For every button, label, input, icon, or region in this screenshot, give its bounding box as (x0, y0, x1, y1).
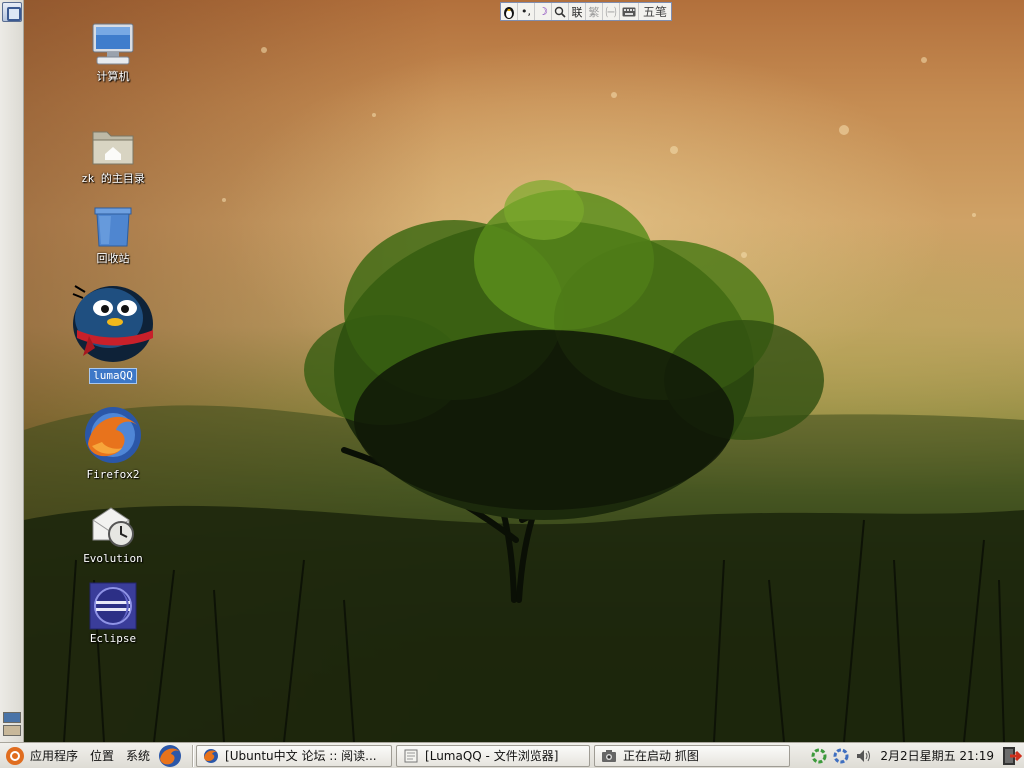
desktop-icon-label: 回收站 (96, 252, 130, 265)
clock[interactable]: 2月2日星期五 21:19 (874, 747, 1000, 764)
computer-icon (89, 20, 137, 68)
bottom-panel: 应用程序 位置 系统 [Ubuntu中文 论坛 :: 阅读... [LumaQQ… (0, 742, 1024, 768)
workspace-switcher[interactable] (3, 712, 21, 738)
menu-places[interactable]: 位置 (84, 744, 120, 768)
desktop-icon-home[interactable]: zk 的主目录 (63, 122, 163, 186)
taskbar-button-screenshot[interactable]: 正在启动 抓图 (594, 744, 791, 767)
ime-logo-penguin-icon[interactable] (501, 3, 518, 20)
ime-search-icon[interactable] (552, 3, 569, 20)
volume-icon[interactable] (854, 747, 872, 765)
desktop-icon-lumaqq[interactable]: lumaQQ (63, 278, 163, 384)
eclipse-icon (89, 582, 137, 630)
ime-moon-icon[interactable]: ☽ (535, 3, 552, 20)
desktop-icon-label: 计算机 (96, 70, 130, 83)
desktop-icon-eclipse[interactable]: Eclipse (63, 582, 163, 646)
firefox-icon (82, 404, 144, 466)
firefox-icon (204, 748, 219, 763)
file-browser-icon (404, 749, 418, 762)
wallpaper-tree-scene (24, 47, 1024, 742)
trash-icon (89, 202, 137, 250)
taskbar-button-firefox[interactable]: [Ubuntu中文 论坛 :: 阅读... (196, 744, 393, 767)
taskbar-button-label: [LumaQQ - 文件浏览器] (425, 749, 559, 763)
ime-fanti[interactable]: 繁 (586, 3, 603, 20)
menu-applications[interactable]: 应用程序 (0, 744, 84, 768)
workspace-2[interactable] (3, 725, 21, 736)
taskbar-button-label: 正在启动 抓图 (623, 749, 699, 763)
desktop[interactable] (24, 0, 1024, 742)
desktop-icon-label: Evolution (83, 552, 143, 565)
taskbar-button-label: [Ubuntu中文 论坛 :: 阅读... (225, 749, 377, 763)
ime-punctuation-icon[interactable]: •, (518, 3, 535, 20)
home-folder-icon (89, 122, 137, 170)
desktop-icon-label: Firefox2 (86, 468, 140, 481)
ubuntu-logo-icon (6, 746, 24, 765)
ime-quanjiao[interactable]: ㈠ (603, 3, 620, 20)
camera-icon (602, 749, 617, 762)
menu-label: 系统 (126, 749, 151, 763)
show-desktop-button[interactable] (2, 2, 22, 22)
desktop-icon-label: Eclipse (89, 632, 137, 645)
desktop-icon-firefox[interactable]: Firefox2 (63, 404, 163, 482)
ime-mode[interactable]: 五笔 (639, 3, 671, 20)
workspace-1[interactable] (3, 712, 21, 723)
qq-penguin-icon (69, 278, 157, 366)
desktop-icon-computer[interactable]: 计算机 (63, 20, 163, 84)
system-tray: 2月2日星期五 21:19 (808, 744, 1024, 768)
taskbar-button-file-browser[interactable]: [LumaQQ - 文件浏览器] (396, 744, 591, 767)
desktop-icon-label: zk 的主目录 (81, 172, 145, 185)
network-status-icon[interactable] (810, 747, 828, 765)
update-notifier-icon[interactable] (832, 747, 850, 765)
desktop-icon-trash[interactable]: 回收站 (63, 202, 163, 266)
evolution-icon (89, 502, 137, 550)
logout-icon[interactable] (1000, 745, 1022, 767)
ime-keyboard-icon[interactable] (620, 3, 639, 20)
desktop-icon-label: lumaQQ (89, 368, 137, 384)
left-panel (0, 0, 24, 742)
menu-system[interactable]: 系统 (120, 744, 156, 768)
ime-lianxiang[interactable]: 联 (569, 3, 586, 20)
menu-label: 位置 (90, 749, 115, 763)
panel-separator (192, 744, 195, 767)
desktop-icon-evolution[interactable]: Evolution (63, 502, 163, 566)
input-method-bar[interactable]: •, ☽ 联 繁 ㈠ 五笔 (500, 2, 673, 21)
firefox-launcher-icon[interactable] (158, 744, 182, 768)
menu-label: 应用程序 (30, 749, 79, 763)
